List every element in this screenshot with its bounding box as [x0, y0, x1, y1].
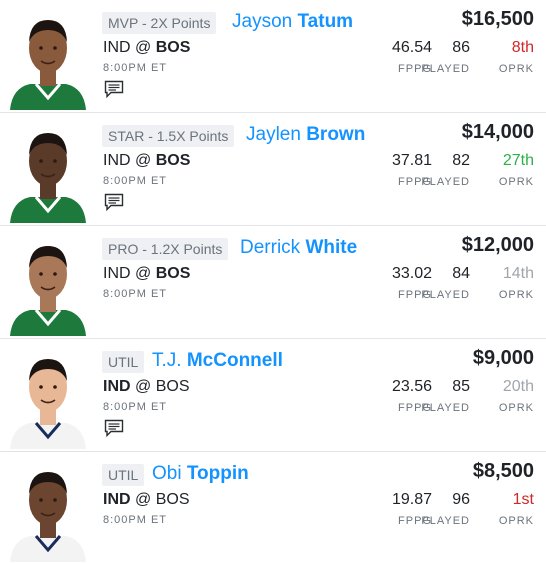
- home-team: BOS: [155, 491, 190, 508]
- player-name-link[interactable]: Obi Toppin: [152, 462, 249, 486]
- player-last-name: Toppin: [186, 463, 249, 484]
- player-salary: $16,500: [461, 8, 534, 30]
- oprk-value: 8th: [511, 39, 534, 56]
- played-label: PLAYED: [421, 176, 470, 188]
- played-stat: 86 PLAYED: [421, 38, 470, 75]
- played-label: PLAYED: [421, 515, 470, 527]
- player-headshot: [6, 343, 90, 449]
- played-stat: 84 PLAYED: [421, 264, 470, 301]
- oprk-label: OPRK: [498, 402, 534, 414]
- player-last-name: Tatum: [297, 11, 354, 32]
- player-first-name: Jayson: [232, 11, 293, 32]
- game-matchup: IND @ BOS: [103, 151, 190, 171]
- home-team: BOS: [155, 39, 191, 56]
- player-row[interactable]: UTIL T.J. McConnell IND @ BOS 8:00PM ET …: [0, 339, 546, 452]
- roster-slot-badge: UTIL: [102, 351, 145, 373]
- oprk-label: OPRK: [498, 176, 534, 188]
- roster-slot-badge: MVP - 2X Points: [102, 12, 217, 34]
- at-symbol: @: [135, 265, 152, 282]
- player-headshot: [6, 230, 90, 336]
- played-label: PLAYED: [421, 289, 470, 301]
- player-first-name: Jaylen: [246, 124, 301, 145]
- played-value: 84: [452, 265, 470, 282]
- player-first-name: Derrick: [240, 237, 301, 258]
- played-stat: 96 PLAYED: [421, 490, 470, 527]
- player-row[interactable]: PRO - 1.2X Points Derrick White IND @ BO…: [0, 226, 546, 339]
- roster-slot-badge: STAR - 1.5X Points: [102, 125, 235, 147]
- player-first-name: Obi: [152, 463, 182, 484]
- at-symbol: @: [135, 378, 152, 395]
- player-name-link[interactable]: Jaylen Brown: [246, 123, 365, 147]
- played-stat: 85 PLAYED: [421, 377, 470, 414]
- oprk-label: OPRK: [498, 515, 534, 527]
- player-notes-icon[interactable]: [104, 193, 124, 212]
- home-team: BOS: [155, 265, 191, 282]
- oprk-stat: 27th OPRK: [499, 151, 534, 188]
- roster-slot-badge: PRO - 1.2X Points: [102, 238, 229, 260]
- player-notes-icon[interactable]: [104, 80, 124, 99]
- played-value: 85: [452, 378, 470, 395]
- player-headshot: [6, 456, 90, 562]
- game-time: 8:00PM ET: [103, 514, 168, 526]
- game-time: 8:00PM ET: [103, 401, 168, 413]
- at-symbol: @: [135, 39, 152, 56]
- home-team: BOS: [155, 378, 190, 395]
- player-salary: $9,000: [472, 347, 534, 369]
- played-label: PLAYED: [421, 402, 470, 414]
- home-team: BOS: [155, 152, 191, 169]
- oprk-value: 20th: [502, 378, 534, 395]
- player-first-name: T.J.: [152, 350, 182, 371]
- oprk-label: OPRK: [498, 289, 534, 301]
- played-value: 86: [452, 39, 470, 56]
- oprk-value: 27th: [502, 152, 534, 169]
- oprk-stat: 8th OPRK: [499, 38, 534, 75]
- away-team: IND: [103, 265, 131, 282]
- player-headshot: [6, 4, 90, 110]
- oprk-label: OPRK: [498, 63, 534, 75]
- player-last-name: McConnell: [186, 350, 283, 371]
- at-symbol: @: [135, 491, 152, 508]
- oprk-stat: 14th OPRK: [499, 264, 534, 301]
- player-salary: $8,500: [472, 460, 534, 482]
- game-time: 8:00PM ET: [103, 175, 168, 187]
- player-notes-icon[interactable]: [104, 419, 124, 438]
- player-name-link[interactable]: Jayson Tatum: [232, 10, 353, 34]
- player-row[interactable]: UTIL Obi Toppin IND @ BOS 8:00PM ET $8,5…: [0, 452, 546, 564]
- game-matchup: IND @ BOS: [103, 377, 190, 397]
- away-team: IND: [103, 491, 131, 508]
- player-row[interactable]: MVP - 2X Points Jayson Tatum IND @ BOS 8…: [0, 0, 546, 113]
- player-headshot: [6, 117, 90, 223]
- played-stat: 82 PLAYED: [421, 151, 470, 188]
- player-name-link[interactable]: Derrick White: [240, 236, 357, 260]
- game-matchup: IND @ BOS: [103, 264, 190, 284]
- away-team: IND: [103, 152, 131, 169]
- oprk-stat: 1st OPRK: [499, 490, 534, 527]
- away-team: IND: [103, 39, 131, 56]
- game-time: 8:00PM ET: [103, 62, 168, 74]
- oprk-value: 14th: [502, 265, 534, 282]
- game-time: 8:00PM ET: [103, 288, 168, 300]
- at-symbol: @: [135, 152, 152, 169]
- away-team: IND: [103, 378, 131, 395]
- played-value: 82: [452, 152, 470, 169]
- player-last-name: White: [305, 237, 358, 258]
- player-list: MVP - 2X Points Jayson Tatum IND @ BOS 8…: [0, 0, 546, 564]
- roster-slot-badge: UTIL: [102, 464, 145, 486]
- player-name-link[interactable]: T.J. McConnell: [152, 349, 283, 373]
- player-last-name: Brown: [306, 124, 366, 145]
- player-row[interactable]: STAR - 1.5X Points Jaylen Brown IND @ BO…: [0, 113, 546, 226]
- player-salary: $14,000: [461, 121, 534, 143]
- player-salary: $12,000: [461, 234, 534, 256]
- oprk-stat: 20th OPRK: [499, 377, 534, 414]
- game-matchup: IND @ BOS: [103, 38, 190, 58]
- played-label: PLAYED: [421, 63, 470, 75]
- game-matchup: IND @ BOS: [103, 490, 190, 510]
- oprk-value: 1st: [512, 491, 534, 508]
- played-value: 96: [452, 491, 470, 508]
